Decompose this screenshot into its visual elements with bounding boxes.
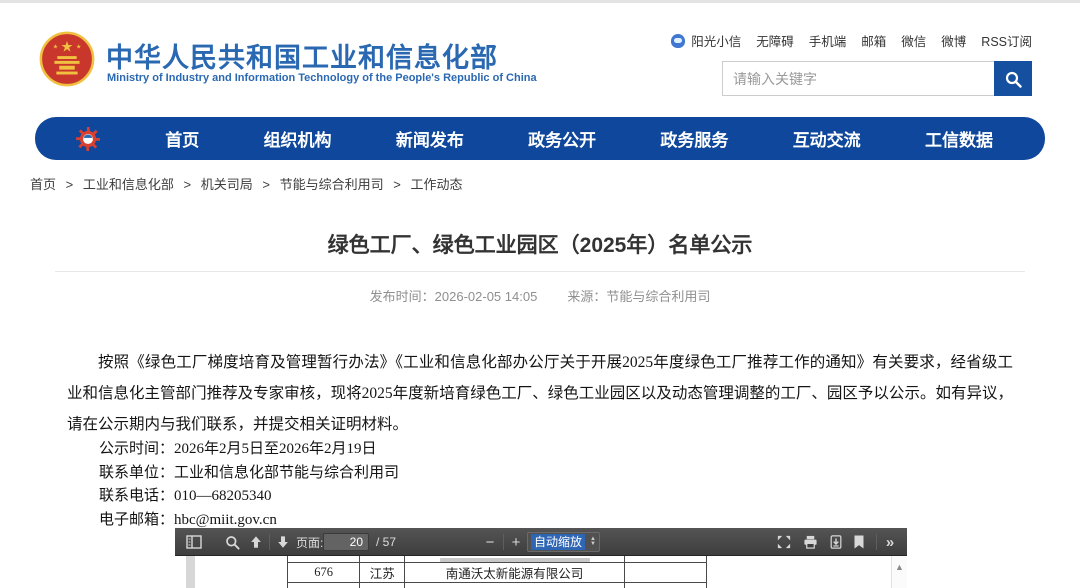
crumb-separator: > <box>393 177 401 192</box>
title-divider <box>55 271 1025 272</box>
link-wechat[interactable]: 微信 <box>901 31 926 50</box>
quick-links: 阳光小信 无障碍 手机端 邮箱 微信 微博 RSS订阅 <box>671 31 1032 50</box>
toolbar-divider <box>269 534 270 550</box>
pdf-table: 676 江苏 南通沃太新能源有限公司 <box>287 556 707 588</box>
article-title: 绿色工厂、绿色工业园区（2025年）名单公示 <box>0 229 1080 259</box>
cell-row-number: 676 <box>288 563 360 583</box>
search-icon <box>225 535 240 550</box>
printer-icon <box>803 535 818 549</box>
nav-item-gov-services[interactable]: 政务服务 <box>660 126 728 151</box>
download-button[interactable] <box>825 528 847 556</box>
more-tools-button[interactable]: » <box>879 528 901 556</box>
nav-item-home[interactable]: 首页 <box>165 126 199 151</box>
crumb-separator: > <box>262 177 270 192</box>
link-rss[interactable]: RSS订阅 <box>981 31 1032 50</box>
bookmark-icon <box>853 535 865 549</box>
page-number-input[interactable] <box>323 533 369 551</box>
crumb-miit[interactable]: 工业和信息化部 <box>83 177 174 192</box>
crumb-separator: > <box>184 177 192 192</box>
arrow-down-icon <box>276 535 290 549</box>
nav-item-organization[interactable]: 组织机构 <box>264 126 332 151</box>
page-margin-gutter <box>186 556 195 588</box>
publish-time: 发布时间：2026-02-05 14:05 <box>370 286 538 305</box>
nav-item-miit-data[interactable]: 工信数据 <box>925 126 993 151</box>
search-icon <box>1004 70 1022 88</box>
clipped-text-remnant <box>440 558 590 562</box>
pdf-page-area[interactable]: 676 江苏 南通沃太新能源有限公司 ▲ <box>175 556 907 588</box>
mascot-icon <box>671 34 685 48</box>
site-subtitle: Ministry of Industry and Information Tec… <box>107 72 537 84</box>
download-icon <box>829 535 843 549</box>
previous-page-button[interactable] <box>245 528 267 556</box>
link-yangguangxiaoxin[interactable]: 阳光小信 <box>691 31 741 50</box>
svg-text:★: ★ <box>76 43 81 50</box>
cell-company: 南通沃太新能源有限公司 <box>405 563 625 583</box>
scroll-up-arrow-icon[interactable]: ▲ <box>892 560 907 574</box>
bookmark-button[interactable] <box>848 528 870 556</box>
table-row: 676 江苏 南通沃太新能源有限公司 <box>288 563 707 583</box>
cell-province: 江苏 <box>360 563 405 583</box>
select-arrows-icon: ▲ ▼ <box>590 537 596 547</box>
svg-text:★: ★ <box>53 43 58 50</box>
link-weibo[interactable]: 微博 <box>941 31 966 50</box>
public-notice-period: 公示时间：2026年2月5日至2026年2月19日 <box>99 438 399 462</box>
link-mailbox[interactable]: 邮箱 <box>861 31 886 50</box>
breadcrumb: 首页 > 工业和信息化部 > 机关司局 > 节能与综合利用司 > 工作动态 <box>30 174 462 193</box>
sidebar-toggle-icon <box>186 535 202 549</box>
site-header: ★ ★ ★ 中华人民共和国工业和信息化部 Ministry of Industr… <box>0 3 1080 113</box>
crumb-separator: > <box>66 177 74 192</box>
pdf-viewer: 页面: / 57 − + 自动缩放 ▲ ▼ <box>175 528 907 588</box>
page-count: / 57 <box>376 528 396 556</box>
toolbar-divider <box>503 534 504 550</box>
zoom-level-select[interactable]: 自动缩放 ▲ ▼ <box>527 532 600 552</box>
zoom-select-value: 自动缩放 <box>531 534 585 550</box>
contact-unit: 联系单位：工业和信息化部节能与综合利用司 <box>99 462 399 486</box>
sidebar-toggle-button[interactable] <box>183 528 205 556</box>
toolbar-divider <box>876 534 877 550</box>
search-input[interactable] <box>722 61 994 96</box>
table-row-clipped <box>288 583 707 588</box>
link-accessibility[interactable]: 无障碍 <box>756 31 794 50</box>
crumb-home[interactable]: 首页 <box>30 177 56 192</box>
search-button[interactable] <box>994 61 1032 96</box>
cell-note <box>624 563 706 583</box>
nav-item-interaction[interactable]: 互动交流 <box>793 126 861 151</box>
nav-item-news[interactable]: 新闻发布 <box>396 126 464 151</box>
national-emblem-logo: ★ ★ ★ <box>38 30 96 88</box>
page-label: 页面: <box>296 528 323 556</box>
article-source: 来源：节能与综合利用司 <box>567 286 710 305</box>
find-in-document-button[interactable] <box>221 528 243 556</box>
next-page-button[interactable] <box>272 528 294 556</box>
contact-block: 公示时间：2026年2月5日至2026年2月19日 联系单位：工业和信息化部节能… <box>99 438 399 532</box>
pdf-toolbar: 页面: / 57 − + 自动缩放 ▲ ▼ <box>175 528 907 556</box>
arrow-up-icon <box>249 535 263 549</box>
contact-phone: 联系电话：010—68205340 <box>99 485 399 509</box>
zoom-in-button[interactable]: + <box>506 528 526 556</box>
search-bar <box>722 61 1032 96</box>
pdf-scrollbar[interactable]: ▲ <box>891 556 907 588</box>
link-mobile[interactable]: 手机端 <box>809 31 847 50</box>
article-meta: 发布时间：2026-02-05 14:05 来源：节能与综合利用司 <box>0 286 1080 305</box>
site-title: 中华人民共和国工业和信息化部 <box>106 36 498 75</box>
svg-text:★: ★ <box>61 39 74 55</box>
primary-nav: 首页 组织机构 新闻发布 政务公开 政务服务 互动交流 工信数据 <box>35 117 1045 160</box>
page: ★ ★ ★ 中华人民共和国工业和信息化部 Ministry of Industr… <box>0 0 1080 588</box>
nav-item-gov-disclosure[interactable]: 政务公开 <box>528 126 596 151</box>
crumb-energy-dept[interactable]: 节能与综合利用司 <box>280 177 384 192</box>
article-paragraph: 按照《绿色工厂梯度培育及管理暂行办法》《工业和信息化部办公厅关于开展2025年度… <box>67 347 1013 440</box>
crumb-departments[interactable]: 机关司局 <box>201 177 253 192</box>
crumb-work-updates: 工作动态 <box>410 177 462 192</box>
miit-gear-logo-icon[interactable] <box>75 126 101 152</box>
presentation-mode-button[interactable] <box>773 528 795 556</box>
fullscreen-icon <box>777 535 791 549</box>
print-button[interactable] <box>799 528 821 556</box>
zoom-out-button[interactable]: − <box>480 528 500 556</box>
